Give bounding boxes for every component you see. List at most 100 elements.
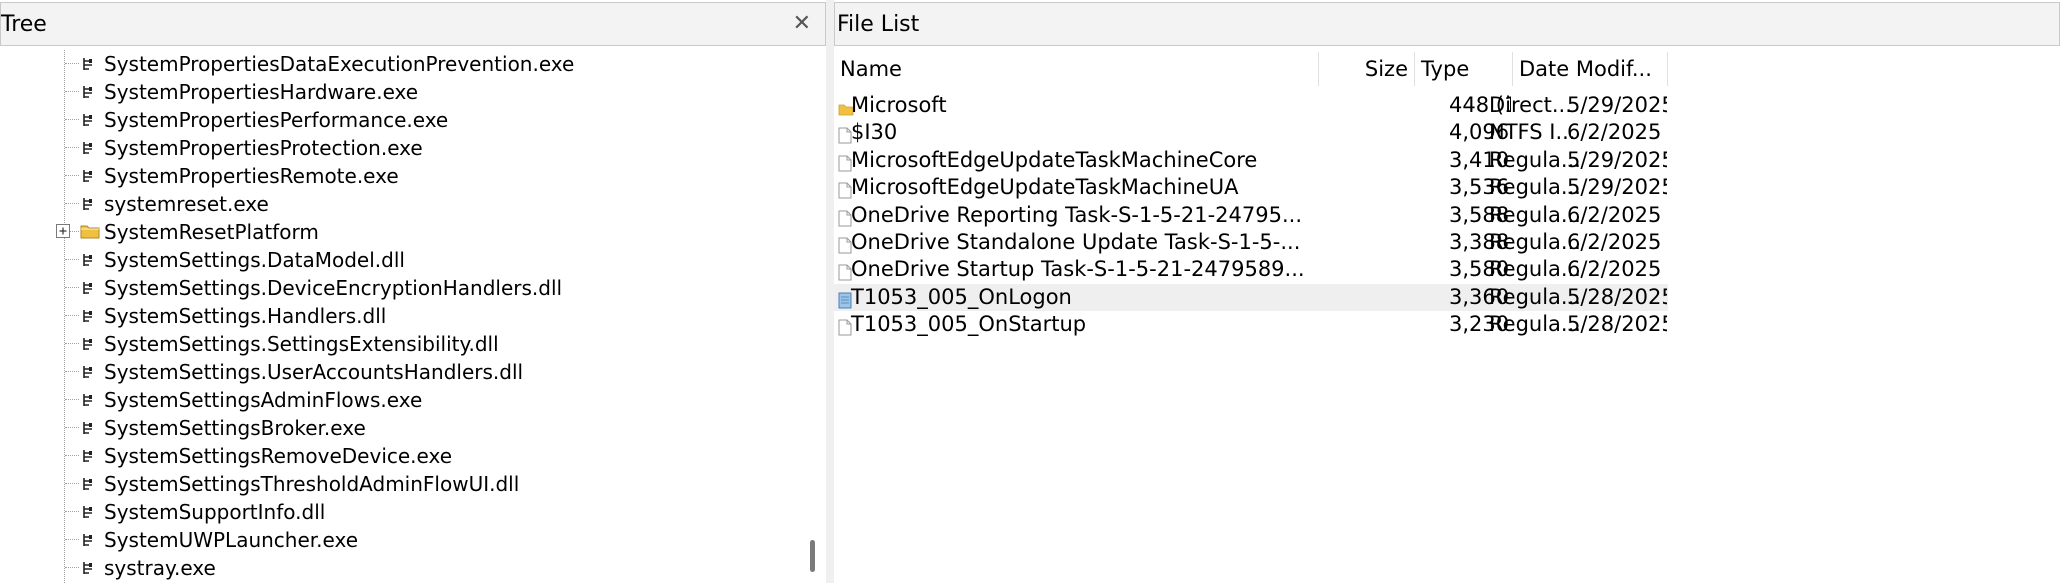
tree-item-label: SystemSettings.DataModel.dll [104,248,405,272]
tree-scrollbar-thumb[interactable] [810,540,815,572]
tree-item[interactable]: SystemSettings.DataModel.dll [0,246,800,274]
tree-item-label: SystemUWPLauncher.exe [104,528,359,552]
tree-connector [65,119,79,120]
stream-file-icon [80,112,96,128]
file-date-cell: 6/2/2025 8:... [1567,120,1667,145]
stream-file-icon [80,364,96,380]
stream-file-icon [80,476,96,492]
tree-connector [65,203,79,204]
file-date-cell: 5/29/2025 ... [1567,147,1667,172]
document-icon [838,207,852,227]
tree-item-label: systray.exe [104,556,216,580]
file-name-cell: MicrosoftEdgeUpdateTaskMachineUA [834,174,1314,201]
file-date-cell: 5/28/2025 ... [1567,312,1667,337]
tree-item[interactable]: SystemPropertiesPerformance.exe [0,106,800,134]
file-row[interactable]: MicrosoftEdgeUpdateTaskMachineCore 3,410 … [834,147,1668,174]
file-name: T1053_005_OnLogon [851,284,1072,309]
file-row[interactable]: $I304,096 (...NTFS I...6/2/2025 8:... [834,119,1668,146]
column-header-name[interactable]: Name [834,52,1319,86]
tree-connector [65,483,79,484]
tree-item[interactable]: SystemPropertiesHardware.exe [0,78,800,106]
tree-item[interactable]: SystemSupportInfo.dll [0,498,800,526]
tree-item[interactable]: SystemSettingsRemoveDevice.exe [0,442,800,470]
stream-file-icon [80,308,96,324]
file-row[interactable]: Microsoft448 (1 ...Direct...5/29/2025 ..… [834,92,1668,119]
file-row[interactable]: OneDrive Startup Task-S-1-5-21-2479589..… [834,256,1668,283]
pane-splitter[interactable] [826,0,834,583]
tree-item[interactable]: SystemSettingsThresholdAdminFlowUI.dll [0,470,800,498]
tree-item[interactable]: systemreset.exe [0,190,800,218]
tree-item-label: SystemSupportInfo.dll [104,500,326,524]
file-name: OneDrive Reporting Task-S-1-5-21-24795..… [851,202,1302,227]
tree-connector [65,427,79,428]
tree-header: Tree ✕ [0,2,826,46]
tree-item-label: SystemSettingsBroker.exe [104,416,366,440]
tree-title: Tree [1,12,47,37]
tree-item[interactable]: SystemUWPLauncher.exe [0,526,800,554]
expand-plus-icon[interactable] [56,224,70,238]
document-icon [838,234,852,254]
file-list-title: File List [837,12,920,37]
tree-connector [65,315,79,316]
file-name: T1053_005_OnStartup [851,312,1087,337]
tree-connector [65,63,79,64]
file-row[interactable]: OneDrive Standalone Update Task-S-1-5-..… [834,229,1668,256]
tree-connector [65,455,79,456]
file-row[interactable]: MicrosoftEdgeUpdateTaskMachineUA3,536 (.… [834,174,1668,201]
file-name: Microsoft [851,93,947,117]
tree-item[interactable]: SystemSettings.DeviceEncryptionHandlers.… [0,274,800,302]
tree-view[interactable]: SystemPropertiesDataExecutionPrevention.… [0,50,800,583]
file-date-cell: 6/2/2025 8:... [1567,202,1667,227]
stream-file-icon [80,168,96,184]
file-row[interactable]: T1053_005_OnLogon3,360 (...Regula...5/28… [834,283,1668,311]
column-header-date-modified[interactable]: Date Modif... [1513,52,1668,86]
stream-file-icon [80,280,96,296]
stream-file-icon [80,420,96,436]
tree-item-label: SystemSettings.Handlers.dll [104,304,387,328]
tree-connector [65,259,79,260]
stream-file-icon [80,532,96,548]
file-name-cell: OneDrive Reporting Task-S-1-5-21-24795..… [834,202,1314,229]
tree-item[interactable]: SystemSettings.UserAccountsHandlers.dll [0,358,800,386]
file-name-cell: OneDrive Standalone Update Task-S-1-5-..… [834,229,1314,256]
tree-item[interactable]: SystemResetPlatform [0,218,800,246]
stream-file-icon [80,392,96,408]
tree-item[interactable]: SystemSettings.Handlers.dll [0,302,800,330]
column-header-size[interactable]: Size [1319,52,1415,86]
tree-item[interactable]: SystemSettingsBroker.exe [0,414,800,442]
tree-item-label: SystemSettings.DeviceEncryptionHandlers.… [104,276,563,300]
document-selected-icon [838,289,852,309]
document-icon [838,152,852,172]
file-name-cell: $I30 [834,119,1314,146]
tree-item[interactable]: SystemSettingsAdminFlows.exe [0,386,800,414]
close-icon[interactable]: ✕ [793,12,811,36]
file-name-cell: T1053_005_OnStartup [834,311,1314,338]
file-date-cell: 5/29/2025 ... [1567,175,1667,200]
column-header-row: Name Size Type Date Modif... [834,52,1668,86]
tree-connector [65,371,79,372]
stream-file-icon [80,84,96,100]
stream-file-icon [80,336,96,352]
file-row[interactable]: T1053_005_OnStartup3,230 (...Regula...5/… [834,311,1668,338]
file-row[interactable]: OneDrive Reporting Task-S-1-5-21-24795..… [834,202,1668,229]
tree-item[interactable]: SystemSettings.SettingsExtensibility.dll [0,330,800,358]
tree-connector [65,539,79,540]
file-date-cell: 5/28/2025 ... [1567,284,1667,309]
tree-item-label: SystemPropertiesPerformance.exe [104,108,449,132]
tree-item-label: SystemResetPlatform [104,220,319,244]
column-header-type[interactable]: Type [1415,52,1513,86]
file-name: MicrosoftEdgeUpdateTaskMachineCore [851,147,1258,172]
stream-file-icon [80,560,96,576]
folder-icon [838,97,854,116]
tree-connector [65,287,79,288]
stream-file-icon [80,448,96,464]
tree-item-label: systemreset.exe [104,192,269,216]
tree-item[interactable]: systray.exe [0,554,800,582]
document-icon [838,179,852,199]
file-name-cell: OneDrive Startup Task-S-1-5-21-2479589..… [834,256,1314,283]
tree-item[interactable]: SystemPropertiesDataExecutionPrevention.… [0,50,800,78]
file-date-cell: 5/29/2025 ... [1567,93,1667,117]
tree-item[interactable]: SystemPropertiesProtection.exe [0,134,800,162]
tree-item-label: SystemPropertiesRemote.exe [104,164,399,188]
tree-item[interactable]: SystemPropertiesRemote.exe [0,162,800,190]
